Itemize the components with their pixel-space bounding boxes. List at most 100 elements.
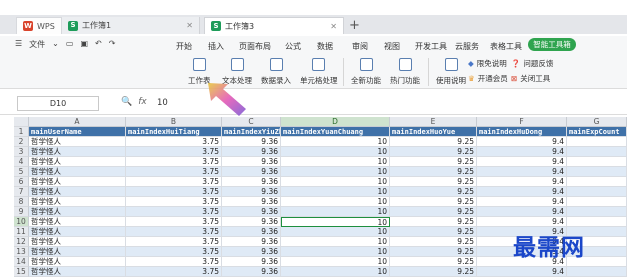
worksheet-button[interactable]: 工作表 xyxy=(188,58,211,86)
table-cell[interactable] xyxy=(567,267,627,277)
table-cell[interactable]: 3.75 xyxy=(126,177,222,187)
table-cell[interactable] xyxy=(567,187,627,197)
menu-item-home[interactable]: 开始 xyxy=(176,41,192,52)
table-cell[interactable]: 哲学怪人 xyxy=(29,187,126,197)
menu-item-cloud[interactable]: 云服务 xyxy=(455,41,479,52)
header-cell[interactable]: mainExpCount xyxy=(567,127,627,137)
table-cell[interactable]: 9.25 xyxy=(390,167,477,177)
row-header[interactable]: 2 xyxy=(14,137,29,147)
header-cell[interactable]: mainIndexHuoYue xyxy=(390,127,477,137)
table-cell[interactable]: 哲学怪人 xyxy=(29,137,126,147)
undo-icon[interactable]: ↶ xyxy=(95,39,102,50)
table-cell[interactable]: 哲学怪人 xyxy=(29,237,126,247)
row-header[interactable]: 1 xyxy=(14,127,29,137)
column-header-a[interactable]: A xyxy=(29,117,126,127)
row-header[interactable]: 6 xyxy=(14,177,29,187)
table-cell[interactable]: 10 xyxy=(281,227,390,237)
table-cell[interactable]: 3.75 xyxy=(126,137,222,147)
free-notes-link[interactable]: ◆ 限免说明 xyxy=(468,58,507,69)
table-cell[interactable] xyxy=(567,217,627,227)
table-cell[interactable]: 3.75 xyxy=(126,227,222,237)
table-cell[interactable]: 哲学怪人 xyxy=(29,217,126,227)
table-cell[interactable]: 10 xyxy=(281,197,390,207)
table-cell[interactable]: 9.25 xyxy=(390,157,477,167)
close-icon[interactable]: ✕ xyxy=(186,17,193,34)
table-cell[interactable]: 3.75 xyxy=(126,247,222,257)
row-header[interactable]: 3 xyxy=(14,147,29,157)
menu-item-developer[interactable]: 开发工具 xyxy=(415,41,447,52)
cell-processing-button[interactable]: 单元格处理 xyxy=(300,58,338,86)
table-cell[interactable]: 9.25 xyxy=(390,247,477,257)
header-cell[interactable]: mainUserName xyxy=(29,127,126,137)
table-cell[interactable]: 9.25 xyxy=(390,257,477,267)
table-cell[interactable]: 9.36 xyxy=(222,257,281,267)
row-header[interactable]: 4 xyxy=(14,157,29,167)
table-cell[interactable]: 10 xyxy=(281,267,390,277)
table-cell[interactable]: 9.4 xyxy=(477,157,567,167)
row-header[interactable]: 15 xyxy=(14,267,29,277)
table-cell[interactable]: 10 xyxy=(281,247,390,257)
table-cell[interactable]: 哲学怪人 xyxy=(29,167,126,177)
menu-item-table-tools[interactable]: 表格工具 xyxy=(490,41,522,52)
table-cell[interactable]: 10 xyxy=(281,237,390,247)
data-entry-button[interactable]: 数据录入 xyxy=(261,58,291,86)
table-cell[interactable]: 9.25 xyxy=(390,187,477,197)
new-features-button[interactable]: 全新功能 xyxy=(351,58,381,86)
row-header[interactable]: 7 xyxy=(14,187,29,197)
table-cell[interactable]: 10 xyxy=(281,217,390,227)
row-header[interactable]: 8 xyxy=(14,197,29,207)
table-cell[interactable]: 9.4 xyxy=(477,267,567,277)
header-cell[interactable]: mainIndexYuanChuang xyxy=(281,127,390,137)
table-cell[interactable]: 10 xyxy=(281,157,390,167)
fx-icon[interactable]: fx xyxy=(138,97,147,107)
table-cell[interactable]: 9.36 xyxy=(222,187,281,197)
table-cell[interactable]: 3.75 xyxy=(126,257,222,267)
zoom-icon[interactable]: 🔍 xyxy=(121,97,132,107)
row-header[interactable]: 12 xyxy=(14,237,29,247)
menu-icon[interactable]: ☰ xyxy=(15,39,22,50)
file-menu[interactable]: 文件 xyxy=(29,39,45,50)
select-all-corner[interactable] xyxy=(14,117,29,127)
row-header[interactable]: 14 xyxy=(14,257,29,267)
membership-link[interactable]: ♛ 开通会员 xyxy=(468,73,508,84)
column-header-g[interactable]: G xyxy=(567,117,627,127)
table-cell[interactable]: 10 xyxy=(281,207,390,217)
table-cell[interactable]: 3.75 xyxy=(126,157,222,167)
hot-features-button[interactable]: 热门功能 xyxy=(390,58,420,86)
table-cell[interactable]: 9.36 xyxy=(222,217,281,227)
table-cell[interactable]: 3.75 xyxy=(126,217,222,227)
table-cell[interactable]: 3.75 xyxy=(126,237,222,247)
table-cell[interactable]: 9.4 xyxy=(477,137,567,147)
table-cell[interactable]: 10 xyxy=(281,167,390,177)
table-cell[interactable] xyxy=(567,167,627,177)
table-cell[interactable]: 哲学怪人 xyxy=(29,177,126,187)
table-cell[interactable]: 9.4 xyxy=(477,217,567,227)
close-tool-link[interactable]: ⊠ 关闭工具 xyxy=(511,73,550,84)
formula-input[interactable]: 10 xyxy=(157,98,168,108)
table-cell[interactable]: 3.75 xyxy=(126,207,222,217)
feedback-link[interactable]: ❓ 问题反馈 xyxy=(511,58,553,69)
close-icon[interactable]: ✕ xyxy=(330,18,337,35)
table-cell[interactable]: 3.75 xyxy=(126,267,222,277)
column-header-d[interactable]: D xyxy=(281,117,390,127)
table-cell[interactable]: 9.25 xyxy=(390,267,477,277)
table-cell[interactable]: 9.25 xyxy=(390,147,477,157)
smart-toolbox-tab[interactable]: 智能工具箱 xyxy=(528,38,576,51)
table-cell[interactable]: 3.75 xyxy=(126,167,222,177)
tab-workbook1[interactable]: S 工作簿1 ✕ xyxy=(62,17,200,34)
table-cell[interactable]: 9.4 xyxy=(477,197,567,207)
table-cell[interactable]: 9.36 xyxy=(222,267,281,277)
chevron-down-icon[interactable]: ⌄ xyxy=(52,39,59,50)
table-cell[interactable]: 9.4 xyxy=(477,177,567,187)
tab-wps[interactable]: W WPS xyxy=(16,17,62,34)
header-cell[interactable]: mainIndexHuiTiang xyxy=(126,127,222,137)
menu-item-formula[interactable]: 公式 xyxy=(285,41,301,52)
menu-item-data[interactable]: 数据 xyxy=(317,41,333,52)
table-cell[interactable]: 9.25 xyxy=(390,177,477,187)
row-header[interactable]: 9 xyxy=(14,207,29,217)
menu-item-insert[interactable]: 插入 xyxy=(208,41,224,52)
usage-guide-button[interactable]: 使用说明 xyxy=(436,58,466,86)
table-cell[interactable] xyxy=(567,207,627,217)
table-cell[interactable]: 10 xyxy=(281,177,390,187)
column-header-c[interactable]: C xyxy=(222,117,281,127)
